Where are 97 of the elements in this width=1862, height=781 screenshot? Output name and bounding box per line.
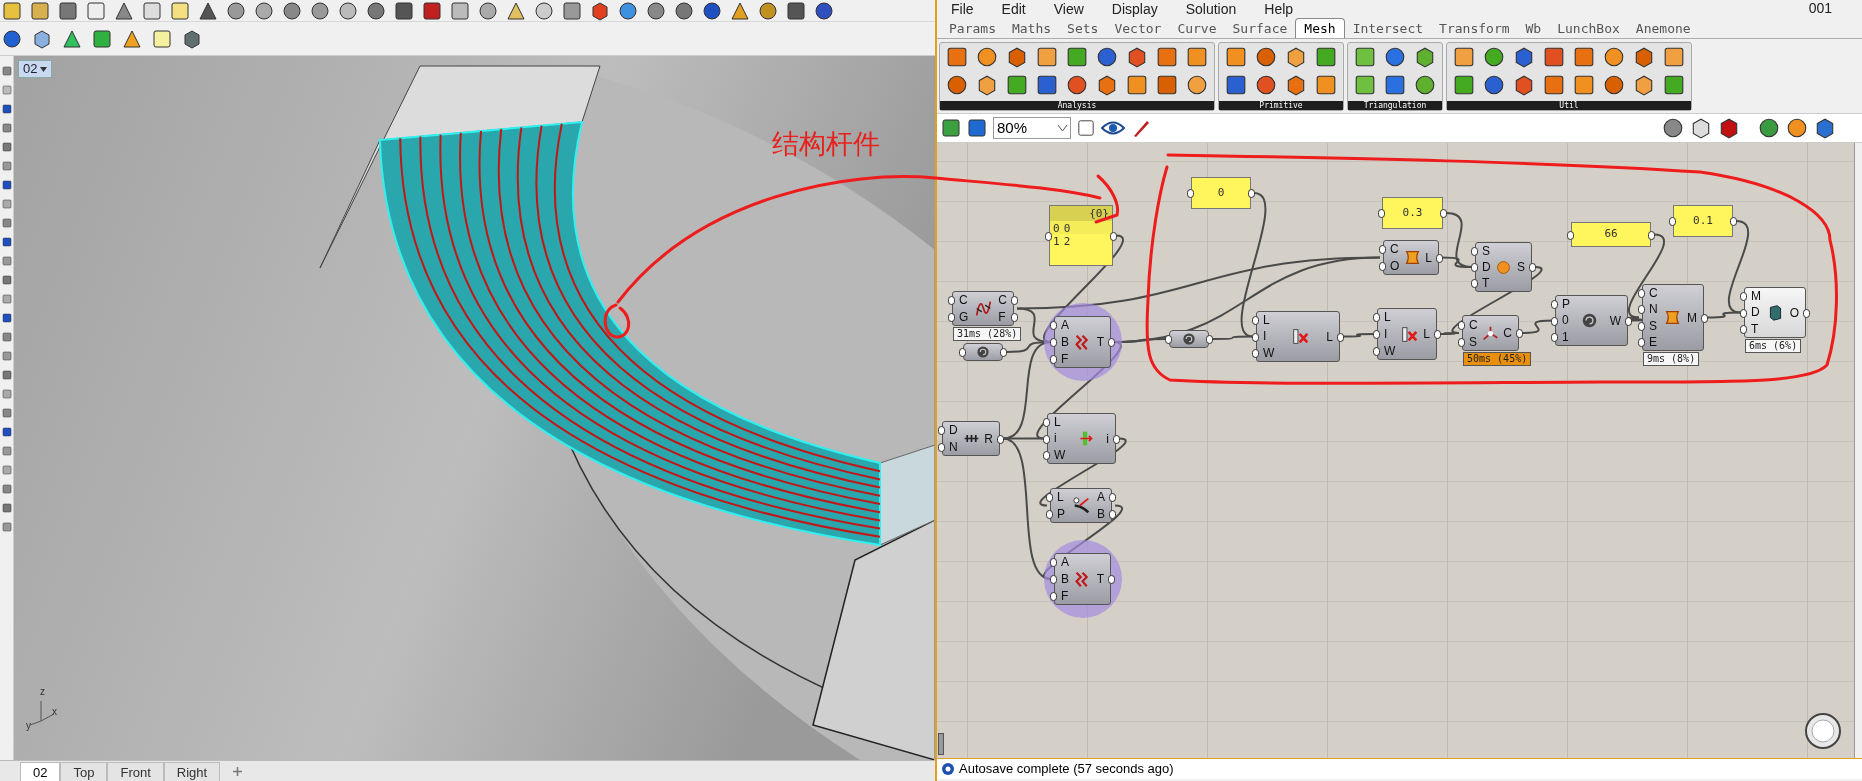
ribbon-tab[interactable]: Mesh	[1295, 18, 1345, 38]
ribbon-tab[interactable]: Sets	[1059, 18, 1107, 38]
input-label: L	[1057, 491, 1065, 504]
output-label: W	[1609, 314, 1621, 327]
input-label: M	[1751, 290, 1761, 303]
output-label: S	[1517, 261, 1525, 273]
group-label: Analysis	[1057, 101, 1097, 110]
input-label: W	[1054, 448, 1066, 461]
menu-item[interactable]: Help	[1264, 0, 1294, 17]
input-label: D	[1482, 261, 1491, 273]
input-label: D	[949, 424, 958, 437]
ribbon-tab[interactable]: Vector	[1106, 18, 1170, 38]
ribbon-tab[interactable]: Intersect	[1344, 18, 1432, 38]
input-label: N	[949, 440, 958, 453]
ribbon-tab[interactable]: Anemone	[1627, 18, 1699, 38]
input-label: S	[1649, 319, 1658, 332]
input-label: E	[1649, 335, 1658, 348]
input-label: N	[1649, 303, 1658, 316]
input-label: S	[1469, 335, 1478, 348]
ribbon-tab[interactable]: Maths	[1003, 18, 1060, 38]
viewport-tab[interactable]: Right	[163, 762, 221, 781]
document-name: 001	[1808, 0, 1832, 16]
input-label: P	[1562, 298, 1570, 311]
input-label: 0	[1562, 314, 1570, 327]
output-label: L	[1425, 251, 1432, 264]
input-label: B	[1061, 573, 1069, 585]
viewport-tab[interactable]: Front	[107, 762, 164, 781]
zoom-dropdown[interactable]: 80%	[993, 117, 1071, 139]
input-label: S	[1482, 245, 1491, 257]
viewport-label[interactable]: 02	[18, 60, 53, 78]
timing-label: 31ms (28%)	[953, 327, 1022, 341]
input-label: i	[1054, 432, 1058, 445]
input-label: T	[1751, 322, 1760, 335]
menu-item[interactable]: Edit	[1001, 0, 1026, 17]
output-label: O	[1789, 306, 1799, 319]
path-label: {0}	[1089, 206, 1109, 221]
output-label: R	[984, 432, 993, 445]
input-label: I	[1384, 328, 1389, 340]
input-label: A	[1061, 319, 1069, 332]
ribbon-tab[interactable]: LunchBox	[1549, 18, 1628, 38]
row-value: 0	[1063, 221, 1071, 234]
ribbon-tab[interactable]: Surface	[1224, 18, 1296, 38]
row-value: 2	[1063, 234, 1071, 247]
viewport-tab[interactable]: Top	[60, 762, 108, 781]
axis-label: y	[26, 719, 31, 733]
input-label: L	[1263, 314, 1271, 327]
group-label: Triangulation	[1363, 101, 1427, 110]
ribbon-tab[interactable]: Curve	[1169, 18, 1225, 38]
output-label: T	[1096, 573, 1104, 585]
input-label: 1	[1562, 330, 1570, 343]
input-label: P	[1057, 507, 1065, 520]
input-label: I	[1263, 330, 1268, 343]
output-label: L	[1326, 330, 1333, 343]
input-label: O	[1390, 259, 1400, 272]
menu-item[interactable]: View	[1053, 0, 1084, 17]
input-label: T	[1482, 277, 1491, 289]
output-label: T	[1096, 336, 1104, 348]
input-label: C	[959, 294, 969, 307]
row-index: 0	[1053, 221, 1060, 234]
status-message: Autosave complete (57 seconds ago)	[959, 760, 1174, 779]
annotation-text: 结构杆件	[772, 127, 880, 161]
input-label: C	[1469, 318, 1478, 331]
input-label: W	[1263, 346, 1275, 359]
group-label: Util	[1559, 101, 1579, 110]
timing-label: 6ms (6%)	[1745, 339, 1802, 353]
axis-label: x	[52, 705, 57, 719]
row-index: 1	[1053, 234, 1060, 247]
output-label: F	[998, 310, 1007, 323]
input-label: W	[1384, 344, 1396, 357]
input-label: A	[1061, 556, 1069, 569]
output-label: C	[1503, 327, 1512, 339]
output-label: B	[1097, 507, 1105, 520]
menu-item[interactable]: Solution	[1185, 0, 1237, 17]
viewport-tab[interactable]: 02	[20, 762, 61, 781]
input-label: D	[1751, 306, 1761, 319]
timing-label: 9ms (8%)	[1643, 352, 1700, 366]
output-label: C	[998, 294, 1007, 307]
timing-label: 50ms (45%)	[1463, 352, 1532, 366]
output-label: M	[1687, 311, 1697, 324]
ribbon-tab[interactable]: Wb	[1517, 18, 1550, 38]
input-label: L	[1384, 311, 1392, 324]
input-label: L	[1054, 416, 1062, 429]
output-label: A	[1097, 491, 1105, 504]
output-label: L	[1423, 328, 1430, 340]
input-label: B	[1061, 336, 1069, 348]
input-label: G	[959, 310, 969, 323]
axis-label: z	[40, 685, 45, 699]
group-label: Primitive	[1259, 101, 1303, 110]
menu-item[interactable]: File	[951, 0, 974, 17]
ribbon-tab[interactable]: Params	[941, 18, 1004, 38]
ribbon-tab[interactable]: Transform	[1431, 18, 1518, 38]
input-label: F	[1061, 589, 1069, 602]
input-label: C	[1390, 243, 1400, 256]
menu-item[interactable]: Display	[1111, 0, 1158, 17]
input-label: C	[1649, 287, 1658, 300]
input-label: F	[1061, 352, 1069, 365]
output-label: i	[1106, 432, 1109, 445]
